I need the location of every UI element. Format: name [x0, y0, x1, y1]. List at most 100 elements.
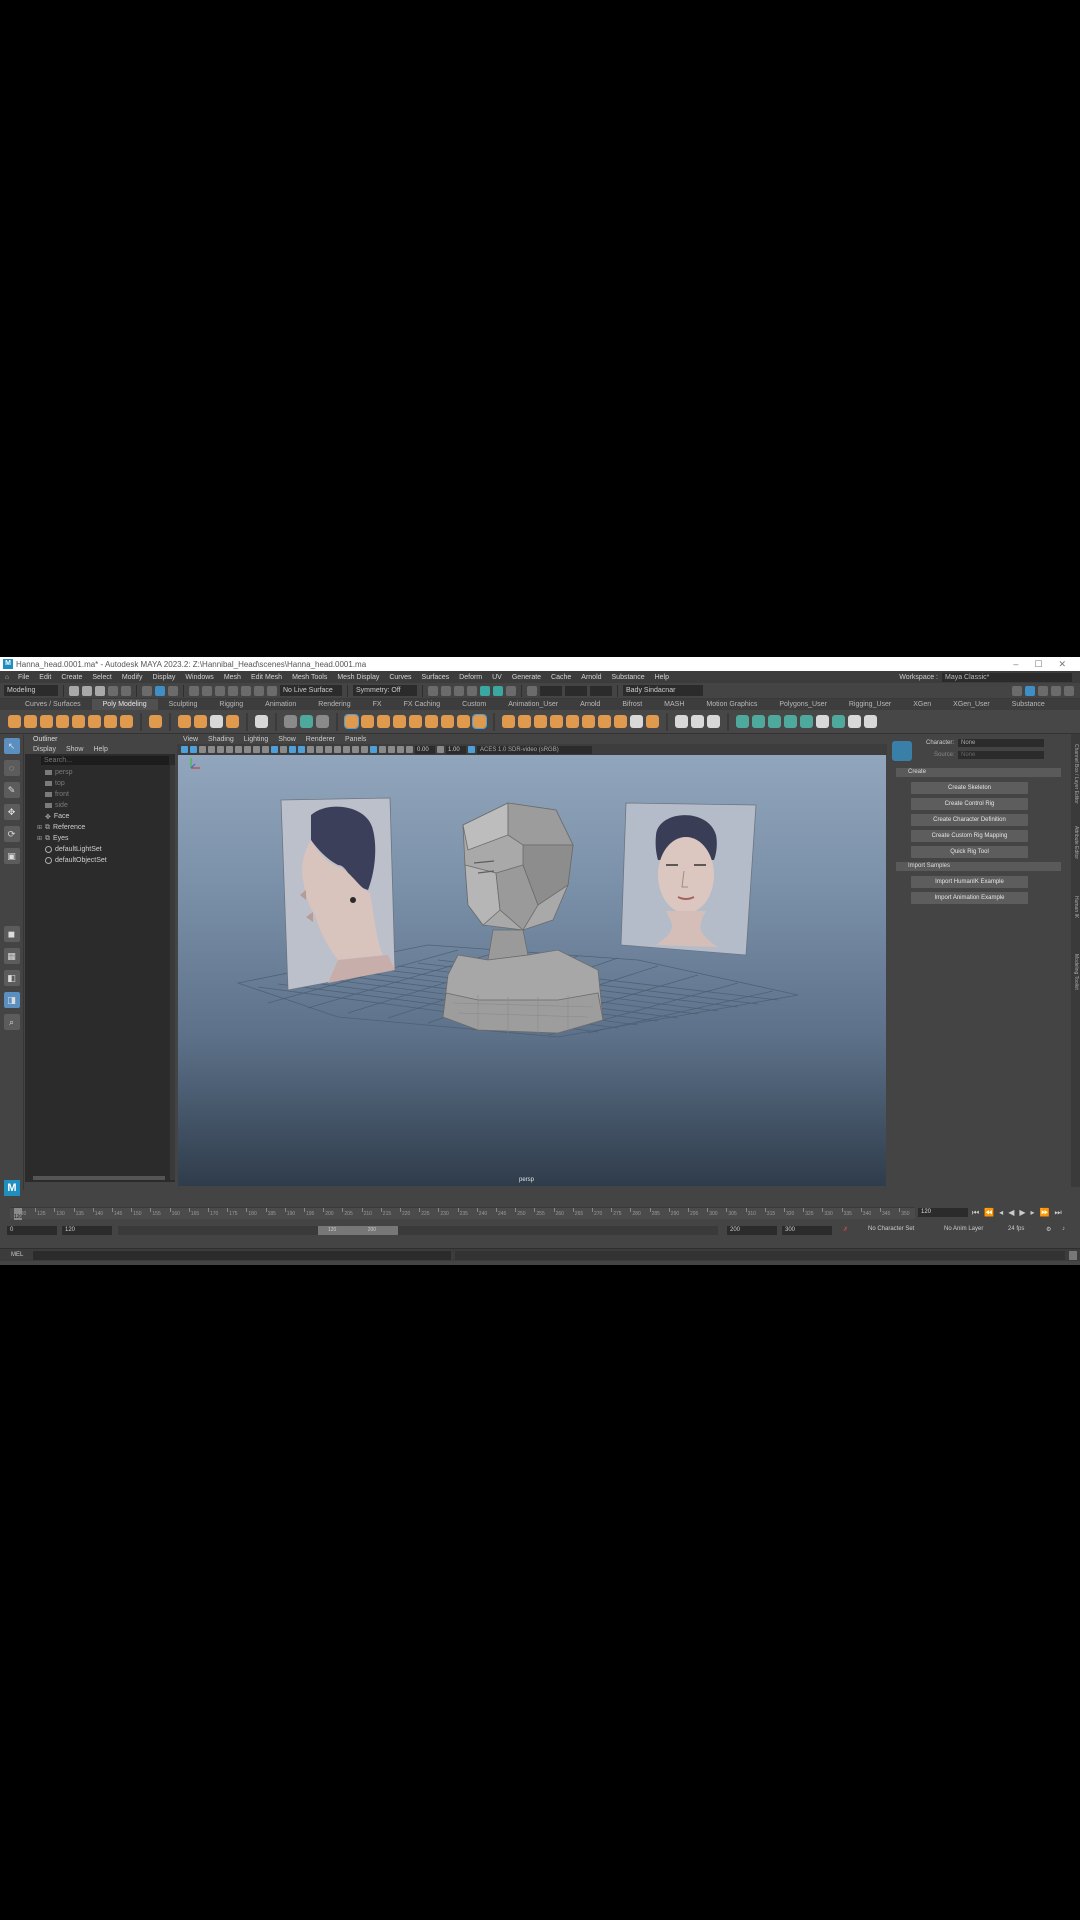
menu-deform[interactable]: Deform	[455, 674, 488, 681]
go-to-start-icon[interactable]: ⏮	[972, 1208, 979, 1218]
multi-cut-icon[interactable]	[457, 715, 470, 728]
render-frame-icon[interactable]	[441, 685, 451, 696]
move-tool-icon[interactable]: ✥	[3, 804, 20, 820]
use-all-lights-icon[interactable]	[325, 746, 332, 753]
grid-icon[interactable]	[235, 746, 242, 753]
text-tool-icon[interactable]	[210, 715, 223, 728]
separate-icon[interactable]	[300, 715, 313, 728]
shelf-tab-sculpting[interactable]: Sculpting	[158, 699, 209, 710]
viewport-menu-lighting[interactable]: Lighting	[244, 736, 269, 743]
step-forward-frame-icon[interactable]: ▸	[1031, 1208, 1035, 1218]
viewport-menu-shading[interactable]: Shading	[208, 736, 234, 743]
isolate-select-icon[interactable]	[397, 746, 404, 753]
minimize-icon[interactable]: –	[1013, 659, 1018, 670]
script-editor-icon[interactable]	[1069, 1251, 1077, 1260]
poly-cylinder-icon[interactable]	[40, 715, 53, 728]
color-management-icon[interactable]	[468, 746, 475, 753]
edge-flow-icon[interactable]	[675, 715, 688, 728]
triangulate-icon[interactable]	[534, 715, 547, 728]
playback-start-field[interactable]: 120	[62, 1226, 112, 1235]
anti-aliasing-icon[interactable]	[361, 746, 368, 753]
viewport-menu-renderer[interactable]: Renderer	[306, 736, 335, 743]
tab-channel-box[interactable]: Channel Box / Layer Editor	[1072, 744, 1079, 804]
playback-end-field[interactable]: 200	[727, 1226, 777, 1235]
outliner-item-side[interactable]: side	[37, 800, 175, 811]
menu-mesh-display[interactable]: Mesh Display	[333, 674, 385, 681]
shelf-tab-motion-graphics[interactable]: Motion Graphics	[695, 699, 768, 710]
bevel-tool-icon[interactable]	[344, 714, 359, 729]
outliner-search-input[interactable]: Search...	[41, 756, 169, 765]
poly-cube-icon[interactable]	[24, 715, 37, 728]
outliner-item-eyes[interactable]: ⊞ ⧉ Eyes	[37, 833, 175, 844]
poly-type-icon[interactable]	[194, 715, 207, 728]
poly-torus-icon[interactable]	[72, 715, 85, 728]
import-humanik-example-button[interactable]: Import HumanIK Example	[911, 876, 1028, 888]
create-custom-rig-mapping-button[interactable]: Create Custom Rig Mapping	[911, 830, 1028, 842]
outliner-item-reference[interactable]: ⊞ ⧉ Reference	[37, 822, 175, 833]
outliner-horizontal-scrollbar[interactable]	[33, 1176, 165, 1180]
menu-help[interactable]: Help	[651, 674, 675, 681]
sound-icon[interactable]: ♪	[1062, 1226, 1065, 1232]
ipr-render-icon[interactable]	[454, 685, 464, 696]
view-transform-dropdown[interactable]: ACES 1.0 SDR-video (sRGB)	[477, 745, 592, 754]
field-chart-icon[interactable]	[271, 746, 278, 753]
poly-disc-icon[interactable]	[104, 715, 117, 728]
smooth-shade-icon[interactable]	[298, 746, 305, 753]
cleanup-icon[interactable]	[646, 715, 659, 728]
live-surface-dropdown[interactable]: No Live Surface	[280, 685, 342, 696]
single-perspective-view-icon[interactable]: ◼	[3, 926, 20, 942]
shelf-tab-animation-user[interactable]: Animation_User	[497, 699, 569, 710]
shadows-icon[interactable]	[334, 746, 341, 753]
time-slider-track[interactable]: 120 120 125 130 135 140 145 150 155 160 165 170 175…	[10, 1207, 915, 1220]
uv-editor-icon[interactable]	[800, 715, 813, 728]
menu-edit[interactable]: Edit	[35, 674, 57, 681]
exposure-icon[interactable]	[406, 746, 413, 753]
four-view-icon[interactable]: ▦	[3, 948, 20, 964]
quad-draw-icon[interactable]	[472, 714, 487, 729]
image-plane-icon[interactable]	[208, 746, 215, 753]
smooth-icon[interactable]	[316, 715, 329, 728]
snap-live-icon[interactable]	[241, 685, 251, 696]
boolean-difference-icon[interactable]	[582, 715, 595, 728]
expand-icon[interactable]: ⊞	[37, 835, 42, 842]
film-gate-icon[interactable]	[244, 746, 251, 753]
create-character-definition-button[interactable]: Create Character Definition	[911, 814, 1028, 826]
shelf-tab-arnold[interactable]: Arnold	[569, 699, 611, 710]
go-to-end-icon[interactable]: ⏭	[1054, 1208, 1061, 1218]
animation-prefs-icon[interactable]: ⚙	[1046, 1226, 1051, 1233]
redo-icon[interactable]	[121, 685, 131, 696]
select-camera-icon[interactable]	[181, 746, 188, 753]
range-bar[interactable]: 120 200	[118, 1226, 718, 1235]
scale-tool-icon[interactable]: ▣	[3, 848, 20, 864]
combine-icon[interactable]	[284, 715, 297, 728]
svg-tool-icon[interactable]	[226, 715, 239, 728]
anim-layer-dropdown[interactable]: No Anim Layer	[944, 1226, 983, 1232]
target-weld-icon[interactable]	[441, 715, 454, 728]
merge-icon[interactable]	[425, 715, 438, 728]
input-line-icon[interactable]	[527, 685, 537, 696]
create-control-rig-button[interactable]: Create Control Rig	[911, 798, 1028, 810]
poly-cone-icon[interactable]	[56, 715, 69, 728]
unfold-icon[interactable]	[816, 715, 829, 728]
poly-sphere-icon[interactable]	[8, 715, 21, 728]
wireframe-icon[interactable]	[289, 746, 296, 753]
open-scene-icon[interactable]	[82, 685, 92, 696]
menu-mesh[interactable]: Mesh	[220, 674, 247, 681]
bridge-icon[interactable]	[377, 715, 390, 728]
gamma-field[interactable]: 1.00	[446, 745, 466, 754]
create-skeleton-button[interactable]: Create Skeleton	[911, 782, 1028, 794]
menu-modify[interactable]: Modify	[118, 674, 149, 681]
camera-attributes-icon[interactable]	[190, 746, 197, 753]
shelf-tab-curves-surfaces[interactable]: Curves / Surfaces	[14, 699, 92, 710]
layout-uv-icon[interactable]	[832, 715, 845, 728]
select-hierarchy-icon[interactable]	[142, 685, 152, 696]
attribute-editor-toggle-icon[interactable]	[1051, 685, 1061, 696]
outliner-menu-help[interactable]: Help	[93, 746, 107, 753]
snap-grid-icon[interactable]	[189, 685, 199, 696]
menu-generate[interactable]: Generate	[508, 674, 547, 681]
xray-joints-icon[interactable]	[379, 746, 386, 753]
pause-ipr-icon[interactable]	[506, 685, 516, 696]
planar-mapping-icon[interactable]	[736, 715, 749, 728]
tab-human-ik[interactable]: Human IK	[1072, 896, 1079, 918]
menu-edit-mesh[interactable]: Edit Mesh	[247, 674, 288, 681]
